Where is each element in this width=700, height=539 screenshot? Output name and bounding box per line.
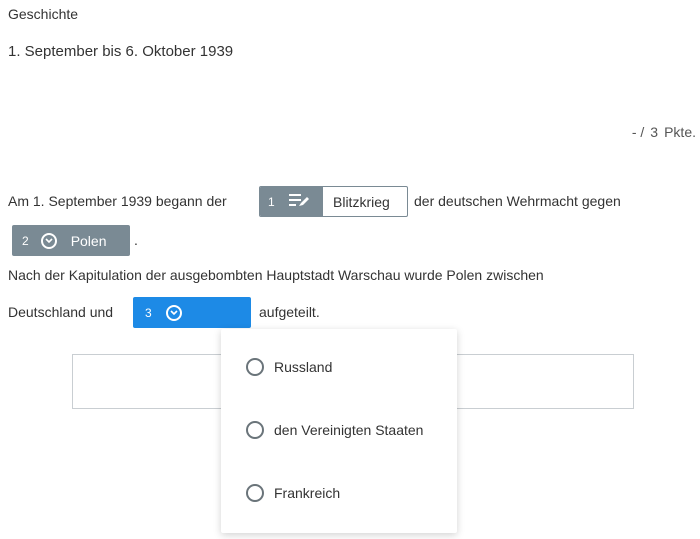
gap-3-options-menu: Russland den Vereinigten Staaten Frankre…	[221, 329, 457, 533]
subject-label: Geschichte	[8, 6, 79, 22]
radio-icon	[246, 484, 264, 502]
text-edit-icon	[288, 193, 309, 210]
option-vereinigte-staaten[interactable]: den Vereinigten Staaten	[221, 410, 457, 450]
option-label: Frankreich	[274, 485, 341, 501]
sentence2-before: Deutschland und	[8, 304, 114, 320]
radio-icon	[246, 358, 264, 376]
sentence2-after: aufgeteilt.	[259, 304, 320, 320]
option-russland[interactable]: Russland	[221, 347, 457, 387]
gap-2-value: Polen	[70, 232, 107, 249]
gap-1-value: Blitzkrieg	[333, 193, 390, 210]
option-frankreich[interactable]: Frankreich	[221, 473, 457, 513]
task-title: 1. September bis 6. Oktober 1939	[8, 43, 234, 60]
sentence2-line1: Nach der Kapitulation der ausgebombten H…	[8, 267, 544, 283]
option-label: den Vereinigten Staaten	[274, 422, 424, 438]
points-indicator: - / 3 Pkte.	[626, 124, 696, 140]
radio-icon	[246, 421, 264, 439]
gap-1-text-input[interactable]: 1 Blitzkrieg	[259, 186, 408, 217]
gap-2-dropdown[interactable]: 2 Polen	[12, 225, 130, 256]
sentence1-before: Am 1. September 1939 begann der	[8, 193, 227, 209]
gap-3-dropdown[interactable]: 3	[133, 297, 251, 328]
gap-3-number: 3	[145, 305, 152, 320]
sentence1-end: .	[134, 232, 138, 248]
points-value: - /	[631, 124, 645, 140]
sentence1-after: der deutschen Wehrmacht gegen	[414, 193, 621, 209]
gap-2-number: 2	[22, 233, 29, 248]
points-max: 3	[650, 124, 659, 140]
option-label: Russland	[274, 359, 333, 375]
chevron-circle-icon	[40, 232, 57, 249]
gap-1-badge: 1	[260, 187, 323, 216]
gap-1-number: 1	[268, 194, 275, 209]
points-unit: Pkte.	[664, 124, 696, 140]
chevron-circle-icon	[165, 304, 182, 321]
